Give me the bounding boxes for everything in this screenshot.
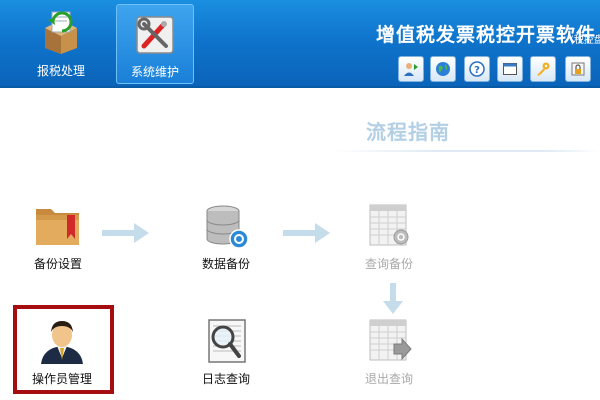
globe-icon <box>436 62 450 76</box>
nav-report-button[interactable]: 报税处理 <box>28 0 94 88</box>
flow-arrow-right-icon <box>283 223 330 243</box>
help-icon: ? <box>469 61 485 77</box>
selection-highlight-box <box>13 305 114 394</box>
item-log-query[interactable]: 日志查询 <box>176 318 276 388</box>
nav-system-button[interactable]: 系统维护 <box>116 4 194 84</box>
nav-system-label: 系统维护 <box>130 65 179 79</box>
item-query-backup[interactable]: 查询备份 <box>339 203 439 273</box>
toolbar-lock-button[interactable] <box>565 56 591 82</box>
toolbar-globe-button[interactable] <box>430 56 456 82</box>
svg-text:?: ? <box>474 65 480 76</box>
window-icon <box>503 63 517 75</box>
app-title: 增值税发票税控开票软件 <box>376 24 597 46</box>
item-exit-query-label: 退出查询 <box>364 372 413 386</box>
item-data-backup[interactable]: 数据备份 <box>176 203 276 273</box>
guide-divider <box>330 150 600 152</box>
log-search-icon <box>208 319 246 363</box>
key-icon <box>537 62 550 76</box>
item-log-query-label: 日志查询 <box>201 372 250 386</box>
query-table-icon <box>369 204 409 246</box>
toolbar-window-button[interactable] <box>497 56 523 82</box>
guide-title: 流程指南 <box>366 120 450 144</box>
item-exit-query[interactable]: 退出查询 <box>339 318 439 388</box>
toolbar-key-button[interactable] <box>530 56 556 82</box>
database-backup-icon <box>206 205 249 249</box>
item-backup-settings-label: 备份设置 <box>33 257 82 271</box>
nav-report-label: 报税处理 <box>36 64 85 78</box>
flow-arrow-down-icon <box>383 283 403 314</box>
user-switch-icon <box>404 63 418 76</box>
lock-icon <box>571 62 585 76</box>
item-query-backup-label: 查询备份 <box>364 257 413 271</box>
exit-query-icon <box>369 319 412 361</box>
folder-bookmark-icon <box>36 209 79 245</box>
item-data-backup-label: 数据备份 <box>201 257 250 271</box>
system-tools-icon <box>136 16 174 54</box>
toolbar-user-switch-button[interactable] <box>398 56 424 82</box>
app-subtitle: (税控盘 <box>570 35 600 46</box>
app-header: 报税处理 系统维护 增值税发票税控开票软件 (税控盘 ? <box>0 0 600 88</box>
toolbar-help-button[interactable]: ? <box>464 56 490 82</box>
report-box-icon <box>45 11 77 54</box>
item-backup-settings[interactable]: 备份设置 <box>8 203 108 273</box>
flow-arrow-right-icon <box>102 223 149 243</box>
